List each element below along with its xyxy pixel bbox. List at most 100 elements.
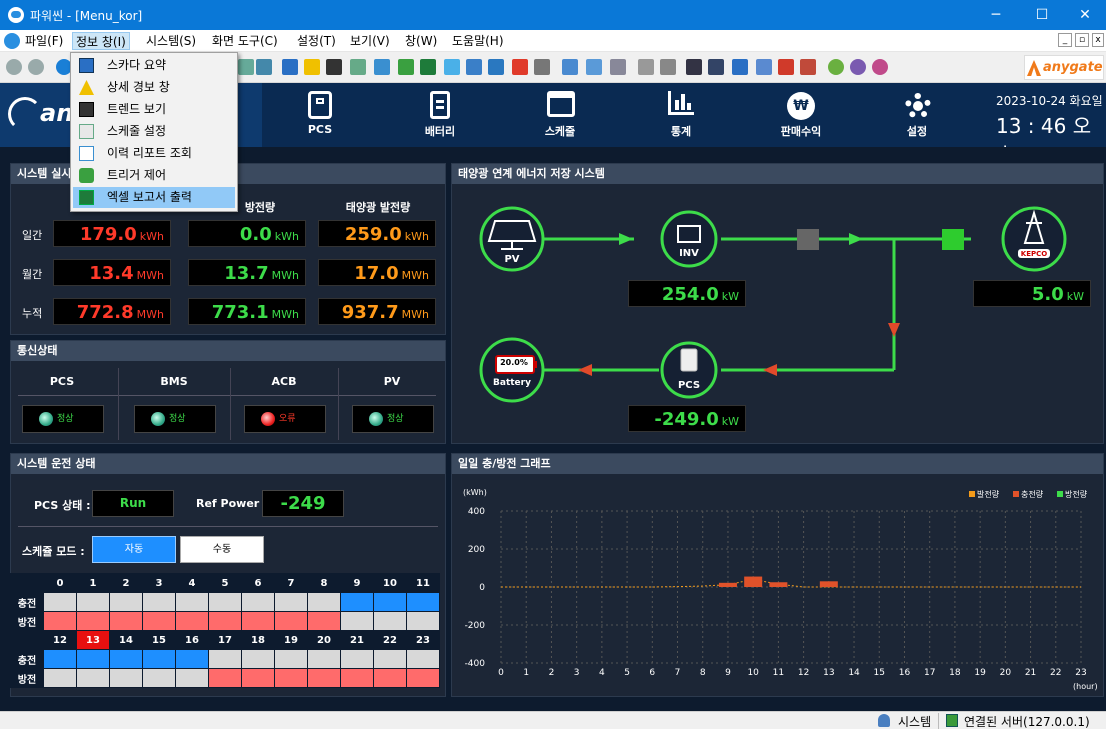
schedule-cell[interactable] xyxy=(208,668,242,688)
schedule-cell[interactable] xyxy=(43,592,77,612)
windows-icon[interactable] xyxy=(586,59,602,75)
schedule-cell[interactable] xyxy=(373,668,407,688)
schedule-cell[interactable] xyxy=(76,592,110,612)
siren-icon[interactable] xyxy=(512,59,528,75)
schedule-icon[interactable] xyxy=(350,59,366,75)
schedule-cell[interactable] xyxy=(373,611,407,631)
schedule-cell[interactable] xyxy=(142,649,176,669)
schedule-cell[interactable] xyxy=(208,611,242,631)
minimize-icon[interactable]: ─ xyxy=(973,0,1019,30)
nav-pcs[interactable]: PCS xyxy=(265,83,375,147)
excel-icon[interactable] xyxy=(420,59,436,75)
alarm-icon[interactable] xyxy=(304,59,320,75)
schedule-cell[interactable] xyxy=(406,592,440,612)
schedule-cell[interactable] xyxy=(241,611,275,631)
schedule-cell[interactable] xyxy=(307,649,341,669)
alarm-off-icon[interactable] xyxy=(778,59,794,75)
schedule-cell[interactable] xyxy=(43,649,77,669)
dropdown-alarm-detail[interactable]: 상세 경보 창 xyxy=(73,77,235,98)
schedule-cell[interactable] xyxy=(76,668,110,688)
color-icon-3[interactable] xyxy=(872,59,888,75)
schedule-cell[interactable] xyxy=(175,649,209,669)
users-icon[interactable] xyxy=(756,59,772,75)
schedule-cell[interactable] xyxy=(109,668,143,688)
schedule-cell[interactable] xyxy=(307,592,341,612)
comment-icon[interactable] xyxy=(732,59,748,75)
schedule-cell[interactable] xyxy=(109,611,143,631)
manual-mode-button[interactable]: 수동 xyxy=(180,536,264,563)
lock-icon[interactable] xyxy=(638,59,654,75)
maximize-icon[interactable]: ☐ xyxy=(1019,0,1065,30)
dropdown-trend-view[interactable]: 트렌드 보기 xyxy=(73,99,235,120)
schedule-cell[interactable] xyxy=(274,668,308,688)
schedule-cell[interactable] xyxy=(340,668,374,688)
nav-battery[interactable]: 배터리 xyxy=(385,83,495,147)
schedule-cell[interactable] xyxy=(406,611,440,631)
exit-icon[interactable] xyxy=(660,59,676,75)
schedule-cell[interactable] xyxy=(274,649,308,669)
schedule-cell[interactable] xyxy=(142,668,176,688)
alarm-ack-icon[interactable] xyxy=(800,59,816,75)
menu-view[interactable]: 보기(V) xyxy=(347,32,393,50)
schedule-cell[interactable] xyxy=(208,592,242,612)
dropdown-scada-summary[interactable]: 스카다 요약 xyxy=(73,55,235,76)
trend-icon[interactable] xyxy=(326,59,342,75)
schedule-cell[interactable] xyxy=(142,611,176,631)
nav-revenue[interactable]: ₩ 판매수익 xyxy=(746,83,856,147)
forward-icon[interactable] xyxy=(28,59,44,75)
menu-window[interactable]: 창(W) xyxy=(402,32,440,50)
menu-app-icon[interactable] xyxy=(4,33,20,49)
trigger-icon[interactable] xyxy=(398,59,414,75)
nav-schedule[interactable]: 스케줄 xyxy=(505,83,615,147)
move-icon[interactable] xyxy=(610,59,626,75)
snow-icon[interactable] xyxy=(444,59,460,75)
schedule-cell[interactable] xyxy=(109,649,143,669)
close-icon[interactable]: ✕ xyxy=(1062,0,1106,30)
menu-file[interactable]: 파일(F) xyxy=(22,32,66,50)
nav-statistics[interactable]: 통계 xyxy=(626,83,736,147)
dropdown-history-report[interactable]: 이력 리포트 조회 xyxy=(73,143,235,164)
menu-info[interactable]: 정보 창(I) xyxy=(72,32,130,50)
mdi-minimize-icon[interactable]: _ xyxy=(1058,33,1072,47)
color-icon-1[interactable] xyxy=(828,59,844,75)
dropdown-excel-report[interactable]: 엑셀 보고서 출력 xyxy=(73,187,235,208)
mdi-restore-icon[interactable]: ▫ xyxy=(1075,33,1089,47)
schedule-cell[interactable] xyxy=(241,592,275,612)
auto-mode-button[interactable]: 자동 xyxy=(92,536,176,563)
schedule-cell[interactable] xyxy=(340,611,374,631)
schedule-cell[interactable] xyxy=(340,592,374,612)
schedule-cell[interactable] xyxy=(241,668,275,688)
schedule-cell[interactable] xyxy=(373,649,407,669)
schedule-cell[interactable] xyxy=(142,592,176,612)
db-icon[interactable] xyxy=(488,59,504,75)
dropdown-trigger-control[interactable]: 트리거 제어 xyxy=(73,165,235,186)
schedule-cell[interactable] xyxy=(274,611,308,631)
capture-icon[interactable] xyxy=(686,59,702,75)
dropdown-schedule-setting[interactable]: 스케줄 설정 xyxy=(73,121,235,142)
schedule-cell[interactable] xyxy=(76,611,110,631)
menu-system[interactable]: 시스템(S) xyxy=(143,32,199,50)
summary-icon[interactable] xyxy=(282,59,298,75)
fit-icon[interactable] xyxy=(256,59,272,75)
schedule-cell[interactable] xyxy=(109,592,143,612)
back-icon[interactable] xyxy=(6,59,22,75)
report-icon[interactable] xyxy=(374,59,390,75)
schedule-cell[interactable] xyxy=(307,668,341,688)
schedule-cell[interactable] xyxy=(175,668,209,688)
zoom-icon[interactable] xyxy=(238,59,254,75)
menu-settings[interactable]: 설정(T) xyxy=(294,32,339,50)
menu-help[interactable]: 도움말(H) xyxy=(449,32,507,50)
schedule-cell[interactable] xyxy=(76,649,110,669)
schedule-cell[interactable] xyxy=(406,649,440,669)
layers-icon[interactable] xyxy=(466,59,482,75)
gear-icon[interactable] xyxy=(534,59,550,75)
schedule-cell[interactable] xyxy=(406,668,440,688)
schedule-cell[interactable] xyxy=(373,592,407,612)
mdi-close-icon[interactable]: x xyxy=(1092,33,1104,47)
schedule-cell[interactable] xyxy=(175,592,209,612)
schedule-cell[interactable] xyxy=(307,611,341,631)
schedule-cell[interactable] xyxy=(208,649,242,669)
color-icon-2[interactable] xyxy=(850,59,866,75)
schedule-cell[interactable] xyxy=(175,611,209,631)
schedule-cell[interactable] xyxy=(43,668,77,688)
